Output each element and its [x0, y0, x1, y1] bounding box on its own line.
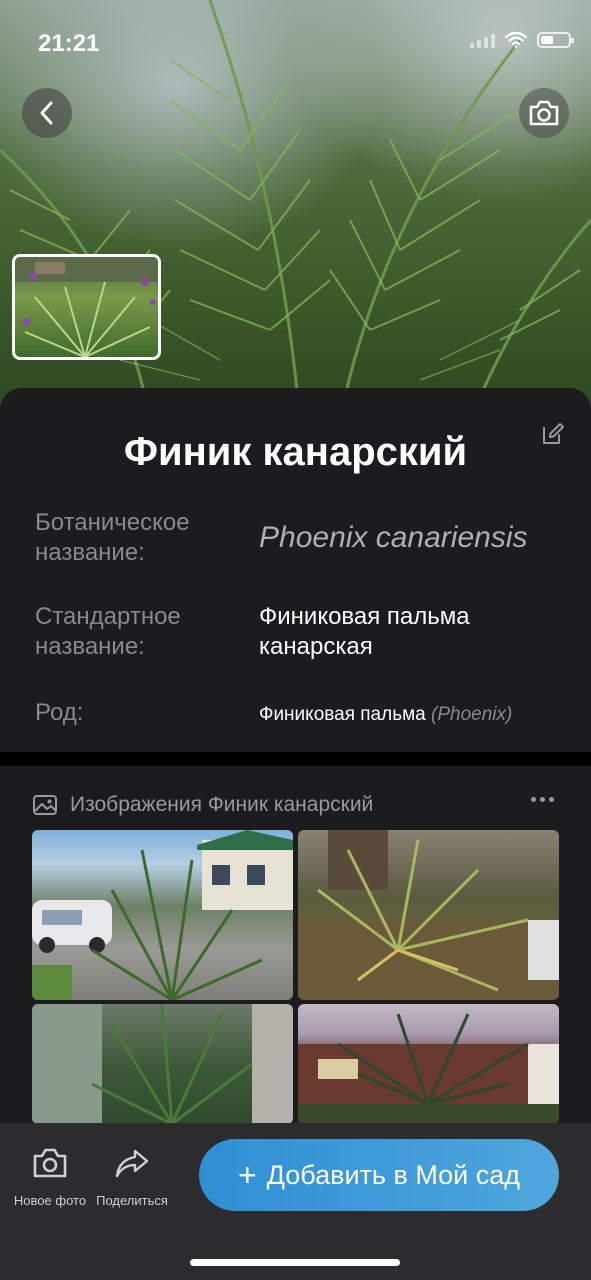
- images-title: Изображения Финик канарский: [70, 793, 374, 816]
- share-label: Поделиться: [96, 1193, 168, 1208]
- gallery-photo[interactable]: [298, 1004, 559, 1124]
- gallery-photo[interactable]: [298, 830, 559, 1000]
- add-to-my-garden-button[interactable]: + Добавить в Мой сад: [199, 1139, 559, 1211]
- gallery-image: [32, 830, 293, 1000]
- genus-latin: (Phoenix): [431, 704, 513, 725]
- genus-value[interactable]: Финиковая пальма (Phoenix): [259, 700, 569, 730]
- home-indicator[interactable]: [190, 1259, 400, 1266]
- thumbnail-image: [15, 257, 158, 357]
- status-time: 21:21: [38, 30, 100, 57]
- genus-name: Финиковая пальма: [259, 704, 426, 725]
- plus-icon: +: [237, 1157, 257, 1193]
- user-photo-thumbnail[interactable]: [12, 254, 161, 360]
- genus-label: Род:: [35, 699, 84, 726]
- plant-title: Финик канарский: [123, 430, 468, 474]
- plant-photo-hero: 21:21: [0, 0, 591, 420]
- status-icons: [470, 32, 574, 48]
- more-options-button[interactable]: [527, 788, 557, 810]
- new-photo-button[interactable]: Новое фото: [10, 1147, 90, 1208]
- battery-icon: [537, 32, 574, 48]
- signal-icon: [470, 32, 495, 48]
- botanical-name-label: Ботаническое название:: [35, 509, 190, 566]
- share-button[interactable]: Поделиться: [92, 1147, 172, 1208]
- chevron-left-icon: [40, 101, 53, 125]
- section-divider: [0, 752, 591, 766]
- gallery-image: [298, 830, 559, 1000]
- gallery-image: [298, 1013, 559, 1124]
- gallery-photo[interactable]: [32, 1004, 293, 1124]
- camera-icon: [529, 100, 559, 126]
- common-name-label: Стандартное название:: [35, 603, 181, 660]
- images-header: Изображения Финик канарский: [32, 792, 373, 818]
- back-button[interactable]: [22, 88, 72, 138]
- common-name-value: Финиковая пальма канарская: [259, 603, 470, 660]
- bottom-action-bar: Новое фото Поделиться + Добавить в Мой с…: [0, 1123, 591, 1280]
- wifi-icon: [505, 32, 527, 48]
- new-photo-label: Новое фото: [13, 1193, 87, 1208]
- share-icon: [115, 1149, 149, 1178]
- add-to-garden-label: Добавить в Мой сад: [266, 1159, 521, 1190]
- camera-icon: [33, 1148, 67, 1178]
- gallery-image: [32, 1004, 293, 1124]
- gallery-icon: [33, 795, 57, 815]
- status-bar: 21:21: [0, 0, 591, 90]
- camera-button[interactable]: [519, 88, 569, 138]
- gallery-photo[interactable]: [32, 830, 293, 1000]
- botanical-name-value: Phoenix canariensis: [259, 521, 528, 554]
- plant-info-panel: Финик канарский Ботаническое название: P…: [0, 388, 591, 752]
